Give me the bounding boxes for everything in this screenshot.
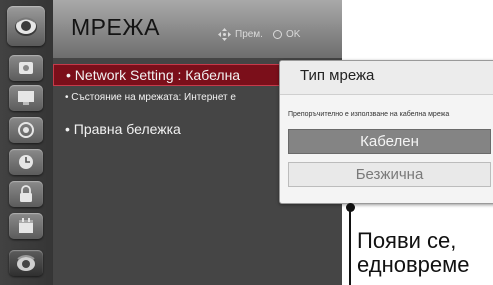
dpad-icon	[218, 28, 231, 41]
ok-hint-label: OK	[285, 29, 301, 40]
lock-icon	[20, 185, 32, 202]
sidebar-item-time[interactable]	[9, 149, 43, 175]
speaker-icon	[18, 122, 34, 138]
ok-button-icon	[272, 30, 282, 39]
sidebar-item-monitor[interactable]	[9, 85, 43, 111]
sidebar-item-options[interactable]	[9, 213, 43, 239]
dialog-header: Тип мрежа	[280, 61, 493, 95]
callout-line	[349, 209, 351, 285]
dialog-title: Тип мрежа	[300, 67, 375, 84]
wired-option-button[interactable]: Кабелен	[288, 129, 491, 154]
wireless-option-button[interactable]: Безжична	[288, 162, 491, 187]
tv-globe-icon	[15, 17, 37, 36]
sidebar-item-lock[interactable]	[9, 181, 43, 207]
callout-text: Появи се, едновреме	[357, 229, 470, 277]
dialog-note: Препоръчително е използване на кабелна м…	[288, 111, 450, 118]
callout-line-1: Появи се,	[357, 228, 457, 253]
page-title: МРЕЖА	[71, 14, 160, 40]
network-icon	[17, 255, 35, 271]
calendar-icon	[19, 218, 33, 233]
monitor-icon	[18, 91, 34, 105]
callout-line-2: едновреме	[357, 252, 470, 277]
picture-icon	[19, 62, 33, 74]
sidebar	[0, 0, 54, 285]
clock-icon	[19, 155, 33, 169]
sidebar-item-network[interactable]	[9, 250, 43, 276]
move-hint-label: Прем.	[235, 29, 263, 40]
sidebar-item-home[interactable]	[7, 6, 45, 46]
title-bar: МРЕЖА Прем. OK	[53, 0, 342, 59]
sidebar-item-audio[interactable]	[9, 117, 43, 143]
sidebar-item-picture[interactable]	[9, 55, 43, 81]
network-type-dialog: Тип мрежа Препоръчително е използване на…	[279, 60, 493, 204]
navigation-hint: Прем. OK	[218, 28, 300, 41]
